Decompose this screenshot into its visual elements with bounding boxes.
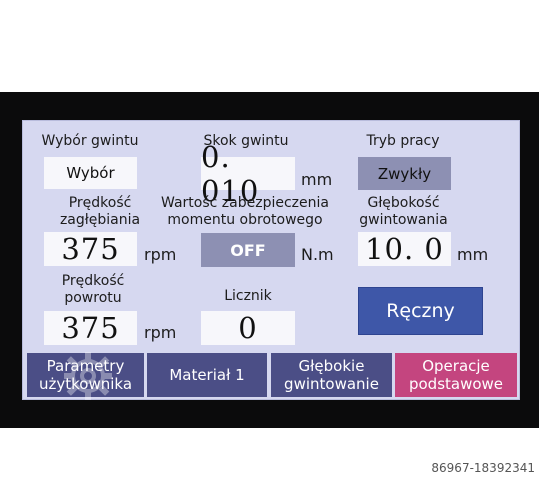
tapping-depth-field[interactable]: 10. 0: [358, 232, 451, 266]
return-speed-unit: rpm: [144, 323, 177, 342]
counter-field[interactable]: 0: [201, 311, 295, 345]
torque-protection-toggle[interactable]: OFF: [201, 233, 295, 267]
tab-basic-operations[interactable]: Operacje podstawowe: [395, 353, 517, 397]
tab-deep-tapping[interactable]: Głębokie gwintowanie: [271, 353, 392, 397]
thread-selection-button[interactable]: Wybór: [44, 157, 137, 189]
work-mode-label: Tryb pracy: [366, 133, 440, 149]
tab-user-parameters[interactable]: Parametry użytkownika: [27, 353, 144, 397]
tapping-depth-label: Głębokość gwintowania: [359, 195, 448, 228]
thread-selection-label: Wybór gwintu: [41, 133, 139, 149]
thread-pitch-unit: mm: [301, 170, 333, 189]
plunge-speed-field[interactable]: 375: [44, 232, 137, 266]
tab-material-1[interactable]: Materiał 1: [147, 353, 267, 397]
thread-pitch-field[interactable]: 0. 010: [201, 140, 295, 208]
tapping-depth-unit: mm: [457, 245, 489, 264]
return-speed-label: Prędkość powrotu: [61, 273, 125, 306]
counter-label: Licznik: [224, 288, 272, 304]
image-caption: 86967-18392341: [431, 461, 535, 475]
plunge-speed-unit: rpm: [144, 245, 177, 264]
plunge-speed-label: Prędkość zagłębiania: [59, 195, 141, 228]
torque-protection-unit: N.m: [301, 245, 334, 264]
return-speed-field[interactable]: 375: [44, 311, 137, 345]
work-mode-button[interactable]: Zwykły: [358, 157, 451, 190]
torque-protection-label: Wartość zabezpieczenia momentu obrotoweg…: [161, 195, 329, 228]
manual-button[interactable]: Ręczny: [359, 288, 482, 334]
